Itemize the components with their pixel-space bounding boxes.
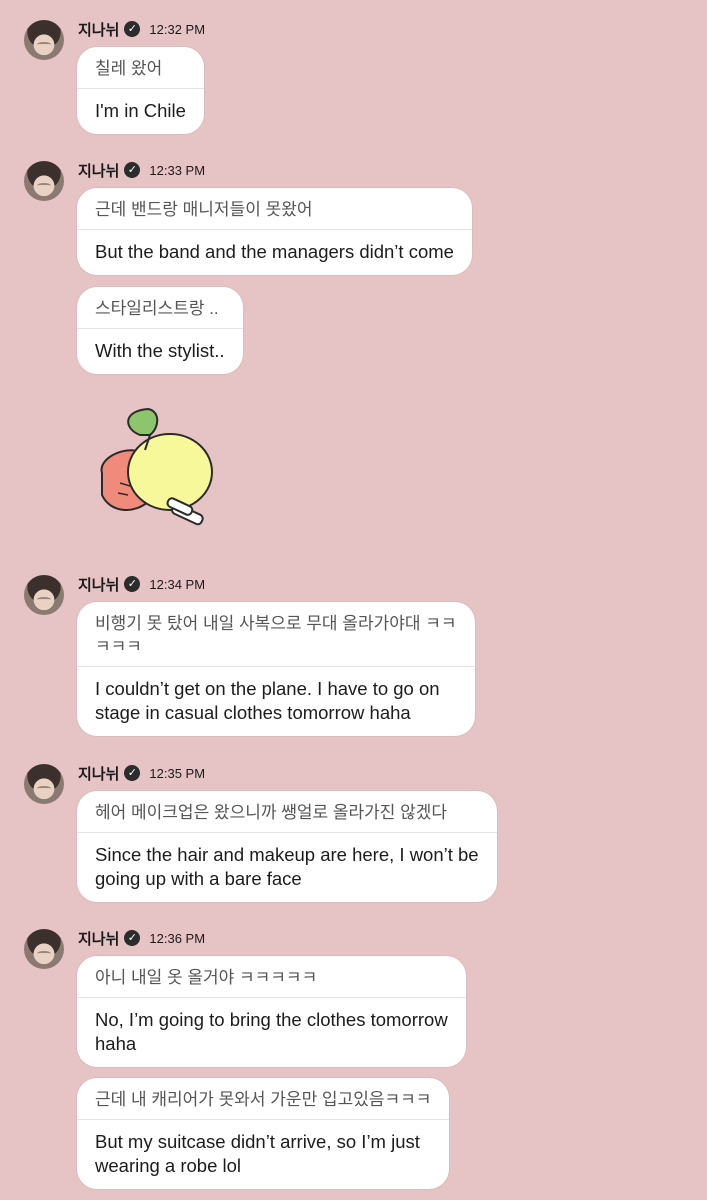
korean-text: 비행기 못 탔어 내일 사복으로 무대 올라가야대 ㅋㅋ ㅋㅋㅋ	[77, 602, 475, 667]
timestamp: 12:36 PM	[149, 930, 206, 946]
message-bubble[interactable]: 칠레 왔어 I'm in Chile	[77, 47, 204, 134]
english-translation: With the stylist..	[95, 340, 225, 361]
message-bubble[interactable]: 헤어 메이크업은 왔으니까 쌩얼로 올라가진 않겠다 Since the hai…	[77, 791, 497, 902]
english-translation: But my suitcase didn’t arrive, so I’m ju…	[95, 1131, 420, 1176]
avatar[interactable]	[24, 929, 64, 969]
english-translation: I'm in Chile	[95, 100, 186, 121]
sender-name[interactable]: 지나뉘	[78, 574, 119, 595]
sender-name[interactable]: 지나뉘	[78, 19, 119, 40]
avatar[interactable]	[24, 20, 64, 60]
message-bubble[interactable]: 아니 내일 옷 올거야 ㅋㅋㅋㅋㅋ No, I’m going to bring…	[77, 956, 466, 1067]
message-bubble[interactable]: 근데 밴드랑 매니저들이 못왔어 But the band and the ma…	[77, 188, 472, 275]
verified-badge-icon: ✓	[124, 21, 141, 37]
message-bubble[interactable]: 근데 내 캐리어가 못와서 가운만 입고있음ㅋㅋㅋ But my suitcas…	[77, 1078, 450, 1189]
message-bubble[interactable]: 비행기 못 탔어 내일 사복으로 무대 올라가야대 ㅋㅋ ㅋㅋㅋ I could…	[77, 602, 475, 736]
lemon-sticker-icon	[100, 407, 213, 526]
timestamp: 12:33 PM	[149, 162, 206, 178]
avatar[interactable]	[24, 575, 64, 615]
english-translation: Since the hair and makeup are here, I wo…	[95, 844, 479, 889]
verified-badge-icon: ✓	[124, 930, 141, 946]
verified-badge-icon: ✓	[124, 576, 141, 592]
avatar[interactable]	[24, 161, 64, 201]
message-bubble[interactable]: 스타일리스트랑 .. With the stylist..	[77, 287, 243, 374]
korean-text: 칠레 왔어	[77, 47, 204, 89]
korean-text: 헤어 메이크업은 왔으니까 쌩얼로 올라가진 않겠다	[77, 791, 497, 833]
korean-text: 아니 내일 옷 올거야 ㅋㅋㅋㅋㅋ	[77, 956, 466, 998]
sender-name[interactable]: 지나뉘	[78, 928, 119, 949]
english-translation: I couldn’t get on the plane. I have to g…	[95, 678, 440, 723]
sender-name[interactable]: 지나뉘	[78, 763, 119, 784]
korean-text: 근데 밴드랑 매니저들이 못왔어	[77, 188, 472, 230]
korean-text: 스타일리스트랑 ..	[77, 287, 243, 329]
korean-text: 근데 내 캐리어가 못와서 가운만 입고있음ㅋㅋㅋ	[77, 1078, 450, 1120]
sender-name[interactable]: 지나뉘	[78, 160, 119, 181]
timestamp: 12:32 PM	[149, 21, 206, 37]
timestamp: 12:35 PM	[149, 765, 206, 781]
avatar[interactable]	[24, 764, 64, 804]
english-translation: No, I’m going to bring the clothes tomor…	[95, 1009, 448, 1054]
english-translation: But the band and the managers didn’t com…	[95, 241, 454, 262]
verified-badge-icon: ✓	[124, 765, 141, 781]
timestamp: 12:34 PM	[149, 576, 206, 592]
verified-badge-icon: ✓	[124, 162, 141, 178]
